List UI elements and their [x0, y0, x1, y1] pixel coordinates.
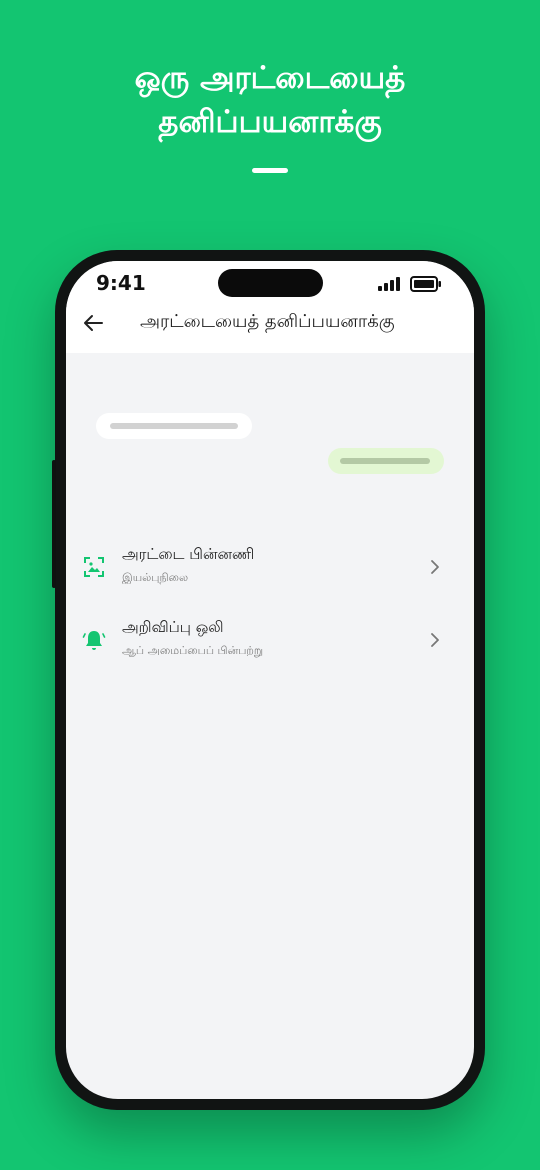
- setting-label: அறிவிப்பு ஒலி: [122, 618, 224, 636]
- chevron-right-icon: [431, 560, 439, 574]
- promo-title: ஒரு அரட்டையைத் தனிப்பயனாக்கு: [0, 56, 540, 144]
- status-time: 9:41: [96, 271, 146, 295]
- message-placeholder-line: [340, 458, 430, 464]
- back-arrow-icon[interactable]: [82, 312, 104, 334]
- setting-row-chat-wallpaper[interactable]: அரட்டை பின்னணி இயல்புநிலை: [66, 543, 474, 603]
- bell-icon: [82, 631, 106, 650]
- promo-divider: [252, 168, 288, 173]
- message-placeholder-line: [110, 423, 238, 429]
- promo-title-line-1: ஒரு அரட்டையைத்: [134, 60, 406, 96]
- header-title: அரட்டையைத் தனிப்பயனாக்கு: [140, 311, 395, 332]
- dynamic-island: [218, 269, 323, 297]
- promo-title-line-2: தனிப்பயனாக்கு: [158, 104, 382, 140]
- setting-label: அரட்டை பின்னணி: [122, 545, 255, 563]
- app-top-bar: 9:41 அரட்டையைத் தனிப்பயனாக்கு: [66, 261, 474, 353]
- phone-side-button: [52, 460, 56, 588]
- setting-value: இயல்புநிலை: [122, 571, 189, 584]
- setting-value: ஆப் அமைப்பைப் பின்பற்று: [122, 644, 264, 657]
- chevron-right-icon: [431, 633, 439, 647]
- outgoing-message-preview: [328, 448, 444, 474]
- battery-icon: [410, 276, 441, 292]
- incoming-message-preview: [96, 413, 252, 439]
- wallpaper-icon: [84, 557, 104, 577]
- phone-screen: 9:41 அரட்டையைத் தனிப்பயனாக்கு அரட்டை பின…: [66, 261, 474, 1099]
- setting-row-notification-sound[interactable]: அறிவிப்பு ஒலி ஆப் அமைப்பைப் பின்பற்று: [66, 616, 474, 676]
- phone-mockup: 9:41 அரட்டையைத் தனிப்பயனாக்கு அரட்டை பின…: [52, 250, 485, 1110]
- cellular-signal-icon: [378, 277, 400, 291]
